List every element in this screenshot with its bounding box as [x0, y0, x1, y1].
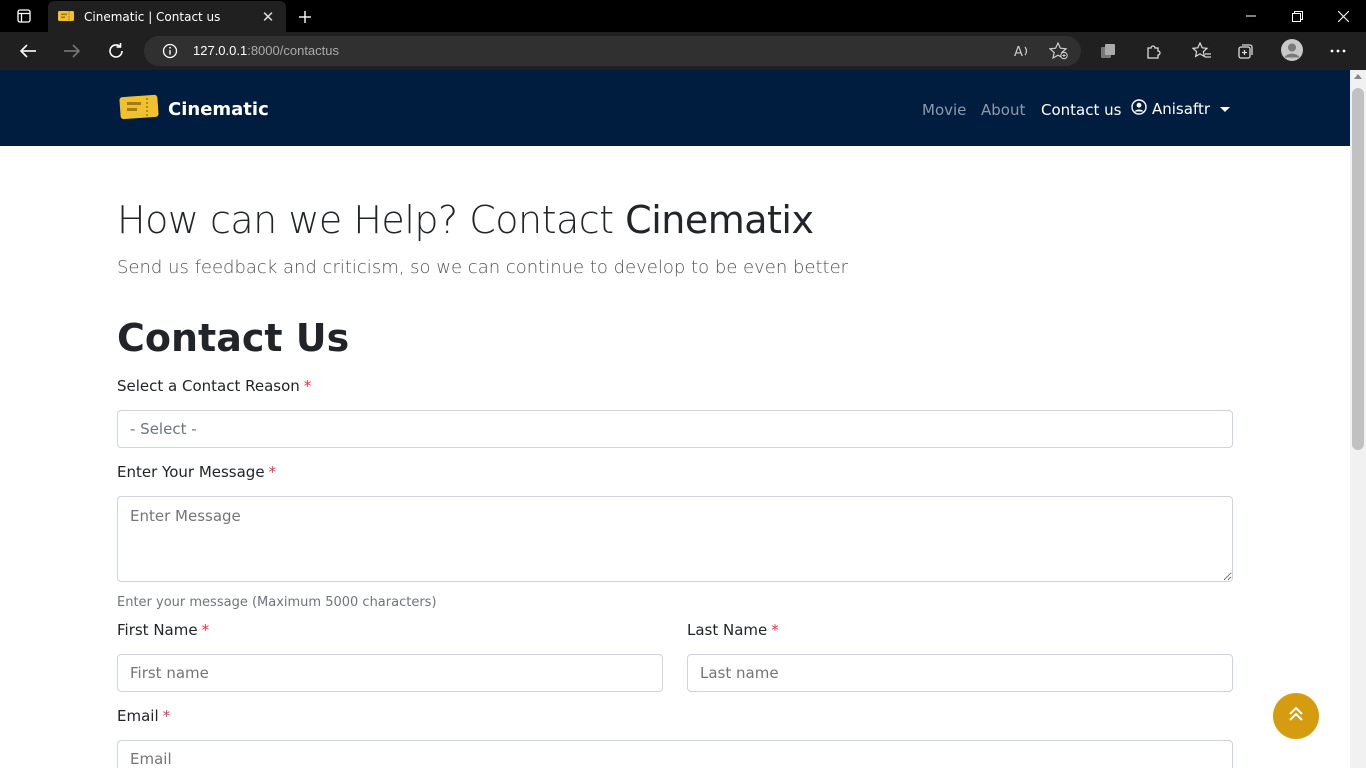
nav-link-about[interactable]: About — [981, 101, 1025, 119]
email-input[interactable] — [117, 740, 1233, 768]
ticket-logo-icon — [118, 92, 160, 126]
double-chevron-up-icon — [1288, 706, 1304, 726]
first-name-label-text: First Name — [117, 621, 198, 639]
chevron-down-icon — [1220, 106, 1231, 112]
forward-arrow-icon[interactable] — [59, 39, 85, 63]
reason-label: Select a Contact Reason * — [117, 377, 311, 395]
site-info-icon[interactable] — [157, 39, 183, 63]
browser-tab[interactable]: Cinematic | Contact us ✕ — [48, 1, 286, 32]
first-name-input[interactable] — [117, 654, 663, 692]
reason-select[interactable]: - Select - — [117, 410, 1233, 448]
last-name-label-text: Last Name — [687, 621, 768, 639]
minimize-icon[interactable] — [1228, 0, 1274, 32]
scrollbar-thumb[interactable] — [1352, 88, 1364, 450]
back-to-top-button[interactable] — [1273, 693, 1319, 739]
last-name-input[interactable] — [687, 654, 1233, 692]
url-path: :8000/contactus — [247, 43, 340, 58]
user-name: Anisaftr — [1152, 100, 1211, 118]
email-label-text: Email — [117, 707, 159, 725]
email-label: Email * — [117, 707, 170, 725]
close-window-icon[interactable] — [1320, 0, 1366, 32]
new-tab-icon[interactable] — [294, 6, 316, 28]
brand-name: Cinematic — [168, 98, 269, 120]
ticket-favicon-icon — [58, 7, 74, 26]
browser-titlebar: Cinematic | Contact us ✕ — [0, 0, 1366, 32]
page-content: Cinematic Movie About Contact us Anisaft… — [0, 70, 1350, 768]
collections-app-icon[interactable] — [1095, 39, 1121, 63]
message-label-text: Enter Your Message — [117, 463, 265, 481]
read-aloud-icon[interactable]: A — [1009, 39, 1035, 63]
url-text: 127.0.0.1:8000/contactus — [193, 42, 339, 60]
user-menu-toggle[interactable]: Anisaftr — [1131, 99, 1231, 119]
site-navbar: Cinematic Movie About Contact us Anisaft… — [0, 70, 1350, 146]
required-mark: * — [771, 621, 779, 639]
reason-select-value: - Select - — [130, 420, 197, 438]
last-name-label: Last Name * — [687, 621, 779, 639]
reason-label-text: Select a Contact Reason — [117, 377, 300, 395]
brand[interactable]: Cinematic — [118, 92, 269, 126]
message-help-text: Enter your message (Maximum 5000 charact… — [117, 595, 437, 610]
url-host: 127.0.0.1 — [193, 43, 248, 58]
required-mark: * — [162, 707, 171, 725]
add-favorite-icon[interactable] — [1046, 39, 1072, 63]
required-mark: * — [303, 377, 312, 395]
tab-actions-icon[interactable] — [0, 0, 48, 32]
close-tab-icon[interactable]: ✕ — [260, 8, 276, 26]
page-title-prefix: How can we Help? Contact — [117, 198, 626, 242]
collections-icon[interactable] — [1233, 39, 1259, 63]
message-textarea[interactable] — [117, 496, 1233, 582]
message-label: Enter Your Message * — [117, 463, 276, 481]
extensions-icon[interactable] — [1140, 39, 1166, 63]
contact-form-title: Contact Us — [117, 316, 350, 360]
user-circle-icon — [1131, 99, 1147, 119]
tab-title: Cinematic | Contact us — [84, 9, 221, 24]
restore-icon[interactable] — [1274, 0, 1320, 32]
svg-text:A: A — [1014, 45, 1023, 59]
more-options-icon[interactable] — [1325, 39, 1351, 63]
page-subtitle: Send us feedback and criticism, so we ca… — [117, 257, 849, 278]
first-name-label: First Name * — [117, 621, 209, 639]
required-mark: * — [268, 463, 277, 481]
profile-avatar-icon[interactable] — [1279, 38, 1305, 62]
page-title: How can we Help? Contact Cinematix — [117, 198, 814, 242]
refresh-icon[interactable] — [103, 39, 129, 63]
nav-link-contact[interactable]: Contact us — [1041, 101, 1121, 119]
scroll-up-arrow-icon[interactable] — [1354, 74, 1362, 79]
back-arrow-icon[interactable] — [15, 39, 41, 63]
nav-link-movie[interactable]: Movie — [922, 101, 966, 119]
page-title-brand: Cinematix — [625, 198, 814, 242]
required-mark: * — [201, 621, 210, 639]
favorites-icon[interactable] — [1189, 39, 1215, 63]
